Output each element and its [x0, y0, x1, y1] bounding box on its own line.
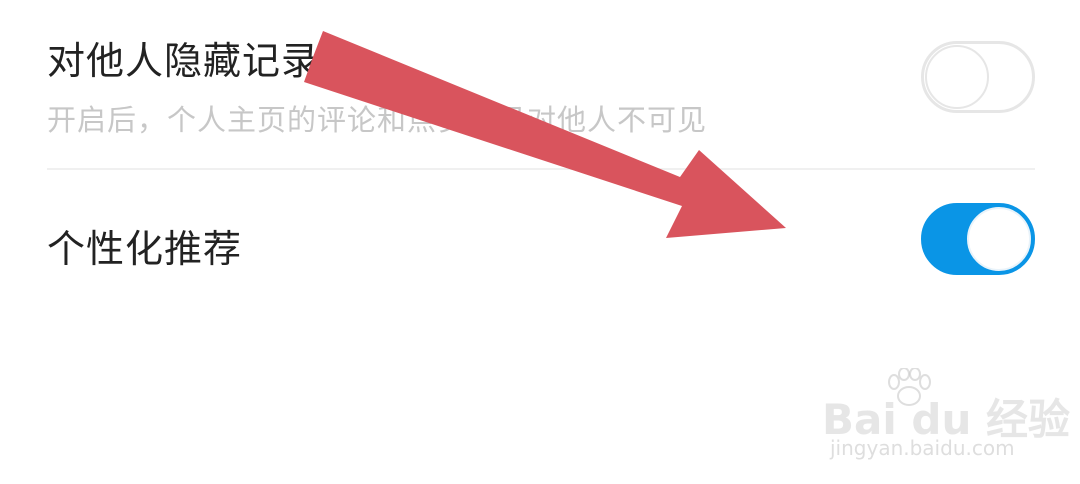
hide-records-description: 开启后，个人主页的评论和点赞记录对他人不可见 [47, 103, 708, 137]
personalized-recommend-title: 个性化推荐 [47, 227, 243, 271]
setting-row-personalized-recommend[interactable]: 个性化推荐 [47, 170, 1035, 310]
personalized-recommend-toggle[interactable] [921, 203, 1035, 275]
settings-list: 对他人隐藏记录 开启后，个人主页的评论和点赞记录对他人不可见 个性化推荐 [0, 0, 1080, 484]
toggle-knob [967, 207, 1031, 271]
toggle-knob [925, 45, 989, 109]
hide-records-toggle[interactable] [921, 41, 1035, 113]
hide-records-title: 对他人隐藏记录 [47, 39, 321, 83]
setting-row-hide-records[interactable]: 对他人隐藏记录 开启后，个人主页的评论和点赞记录对他人不可见 [47, 0, 1035, 168]
